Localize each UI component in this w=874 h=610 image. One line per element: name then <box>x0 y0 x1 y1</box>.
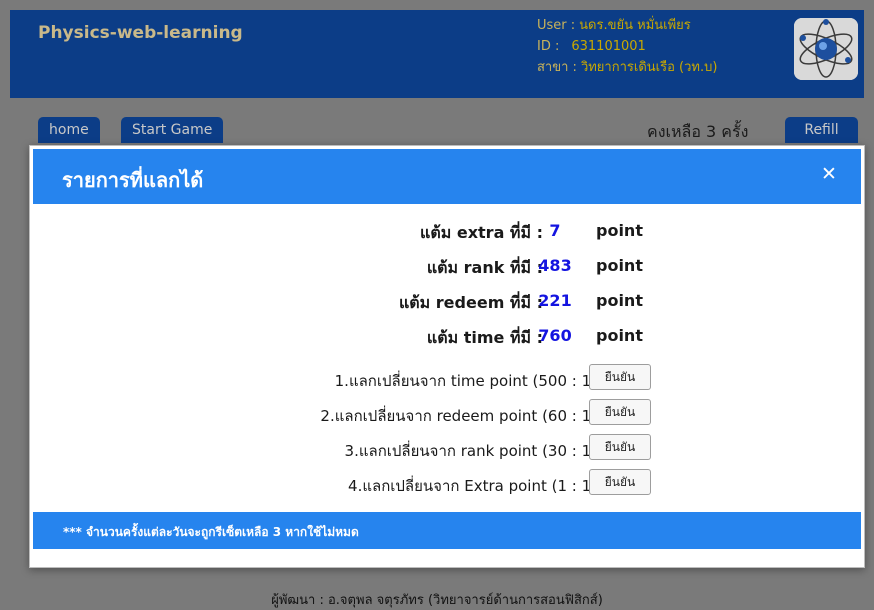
user-branch: วิทยาการเดินเรือ (วท.บ) <box>580 60 718 75</box>
home-button[interactable]: home <box>38 117 100 143</box>
user-id: 631101001 <box>571 39 646 54</box>
confirm-rank-exchange-button[interactable]: ยืนยัน <box>589 434 651 460</box>
rank-points-row: แต้ม rank ที่มี : 483 point <box>30 252 866 280</box>
user-name: นดร.ขยัน หมั่นเพียร <box>579 18 691 33</box>
points-value: 7 <box>549 221 561 240</box>
start-game-button[interactable]: Start Game <box>121 117 224 143</box>
reset-note: *** จำนวนครั้งแต่ละวันจะถูกรีเซ็ตเหลือ 3… <box>63 525 359 539</box>
exchange-label: 3.แลกเปลี่ยนจาก rank point (30 : 1) <box>344 442 597 460</box>
branch-label: สาขา : <box>537 60 577 75</box>
points-label: แต้ม redeem ที่มี : <box>398 293 543 312</box>
points-value: 221 <box>538 291 572 310</box>
redeem-modal: รายการที่แลกได้ ✕ แต้ม extra ที่มี : 7 p… <box>29 145 865 568</box>
exchange-label: 1.แลกเปลี่ยนจาก time point (500 : 1) <box>334 372 597 390</box>
exchange-redeem-row: 2.แลกเปลี่ยนจาก redeem point (60 : 1) ยื… <box>30 399 866 427</box>
modal-footer: *** จำนวนครั้งแต่ละวันจะถูกรีเซ็ตเหลือ 3… <box>33 512 861 549</box>
points-unit: point <box>596 326 643 345</box>
exchange-rank-row: 3.แลกเปลี่ยนจาก rank point (30 : 1) ยืนย… <box>30 434 866 462</box>
extra-points-row: แต้ม extra ที่มี : 7 point <box>30 217 866 245</box>
user-label: User : <box>537 18 576 33</box>
time-points-row: แต้ม time ที่มี : 760 point <box>30 322 866 350</box>
points-label: แต้ม time ที่มี : <box>426 328 543 347</box>
points-value: 483 <box>538 256 572 275</box>
developer-credit: ผู้พัฒนา : อ.จตุพล จตุรภัทร (วิทยาจารย์ด… <box>271 593 603 608</box>
confirm-extra-exchange-button[interactable]: ยืนยัน <box>589 469 651 495</box>
exchange-extra-row: 4.แลกเปลี่ยนจาก Extra point (1 : 1) ยืนย… <box>30 469 866 497</box>
points-unit: point <box>596 221 643 240</box>
remaining-count: คงเหลือ 3 ครั้ง <box>647 122 749 141</box>
points-label: แต้ม rank ที่มี : <box>426 258 543 277</box>
brand-title[interactable]: Physics-web-learning <box>38 23 243 43</box>
exchange-time-row: 1.แลกเปลี่ยนจาก time point (500 : 1) ยืน… <box>30 364 866 392</box>
points-unit: point <box>596 256 643 275</box>
exchange-label: 4.แลกเปลี่ยนจาก Extra point (1 : 1) <box>348 477 597 495</box>
confirm-time-exchange-button[interactable]: ยืนยัน <box>589 364 651 390</box>
top-header: Physics-web-learning User : นดร.ขยัน หมั่… <box>10 10 864 98</box>
points-unit: point <box>596 291 643 310</box>
points-value: 760 <box>538 326 572 345</box>
user-info: User : นดร.ขยัน หมั่นเพียร ID :631101001 … <box>537 15 717 78</box>
close-icon[interactable]: ✕ <box>820 165 838 184</box>
exchange-label: 2.แลกเปลี่ยนจาก redeem point (60 : 1) <box>320 407 597 425</box>
refill-button[interactable]: Refill <box>785 117 858 143</box>
modal-title: รายการที่แลกได้ <box>62 168 204 192</box>
redeem-points-row: แต้ม redeem ที่มี : 221 point <box>30 287 866 315</box>
points-label: แต้ม extra ที่มี : <box>420 223 543 242</box>
atom-logo-icon <box>794 18 858 80</box>
modal-header: รายการที่แลกได้ ✕ <box>33 149 861 204</box>
id-label: ID : <box>537 39 560 54</box>
confirm-redeem-exchange-button[interactable]: ยืนยัน <box>589 399 651 425</box>
